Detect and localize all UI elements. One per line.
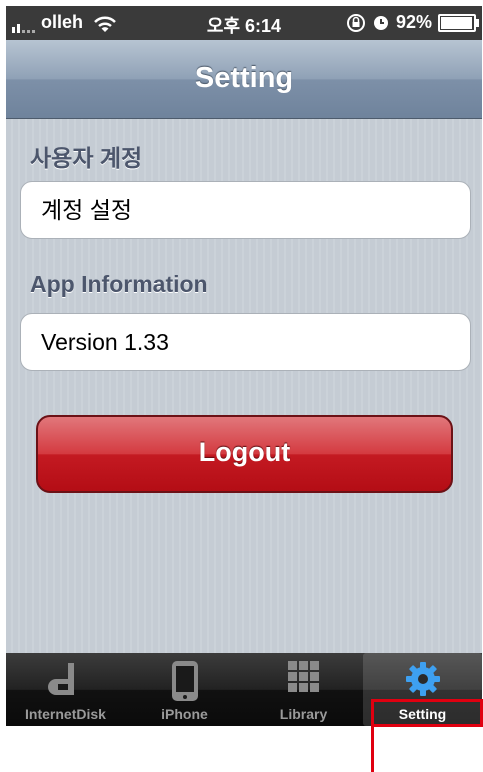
battery-fill: [441, 16, 473, 29]
settings-content: 사용자 계정 계정 설정 App Information Version 1.3…: [6, 119, 482, 653]
internetdisk-icon: [47, 663, 74, 695]
status-bar: olleh 오후 6:14 92%: [6, 6, 482, 40]
account-settings-cell[interactable]: 계정 설정: [20, 181, 471, 239]
annotation-pointer-line: [371, 727, 374, 772]
phone-screen: olleh 오후 6:14 92% Setting 사용자 계정 계정 설정 A…: [6, 6, 482, 726]
tab-internetdisk[interactable]: InternetDisk: [6, 653, 125, 726]
status-right: 92%: [346, 12, 479, 33]
version-cell: Version 1.33: [20, 313, 471, 371]
section-header-user-account: 사용자 계정: [30, 145, 143, 171]
iphone-icon: [171, 661, 198, 701]
gear-icon: [405, 662, 440, 696]
grid-icon: [287, 661, 319, 692]
logout-button[interactable]: Logout: [36, 415, 453, 493]
alarm-clock-icon: [373, 15, 388, 30]
tab-iphone[interactable]: iPhone: [125, 653, 244, 726]
battery-percent: 92%: [395, 12, 432, 32]
annotation-highlight-box: [371, 699, 483, 727]
section-header-app-information: App Information: [30, 271, 208, 297]
tab-label: InternetDisk: [25, 706, 106, 722]
tab-label: iPhone: [161, 706, 208, 722]
tab-label: Library: [279, 706, 328, 722]
tab-library[interactable]: Library: [244, 653, 363, 726]
rotation-lock-icon: [346, 13, 365, 32]
navigation-bar: Setting: [6, 40, 482, 119]
page-title: Setting: [194, 62, 294, 94]
battery-icon: [438, 13, 479, 32]
